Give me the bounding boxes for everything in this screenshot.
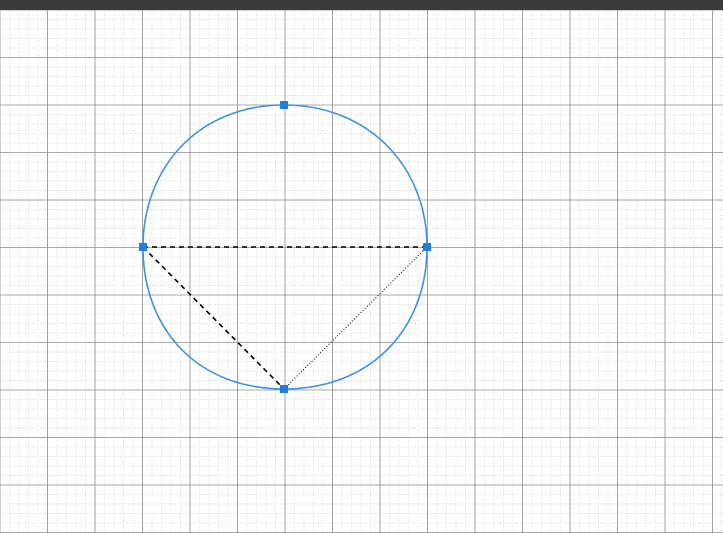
handle-left[interactable] — [139, 243, 147, 251]
handle-right[interactable] — [423, 243, 431, 251]
drawing-canvas[interactable] — [0, 10, 723, 533]
handle-top[interactable] — [280, 101, 288, 109]
grid-minor-lines — [0, 10, 723, 533]
guide-line-left-bottom — [142, 246, 285, 390]
top-toolbar-strip — [0, 0, 723, 10]
guide-line-bottom-right — [283, 246, 428, 390]
canvas-svg[interactable] — [0, 10, 723, 533]
handle-bottom[interactable] — [280, 385, 288, 393]
grid-major-lines — [0, 10, 723, 533]
